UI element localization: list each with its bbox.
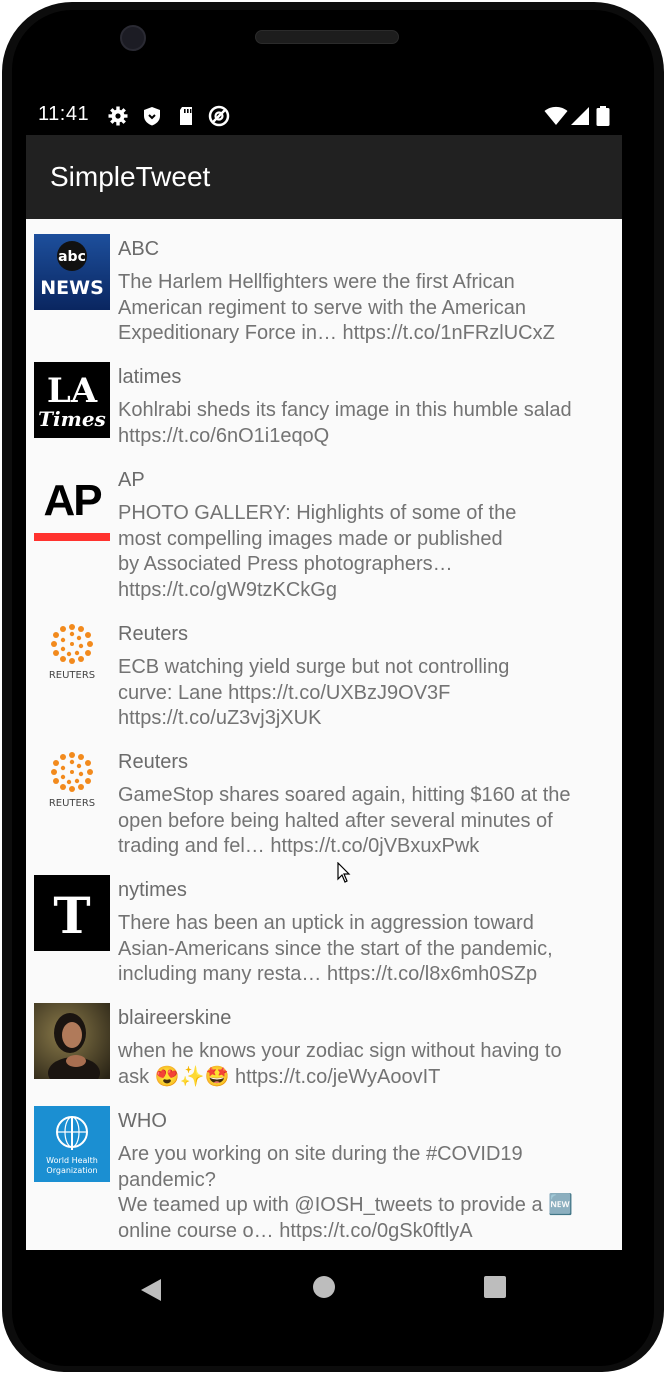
status-bar: 11:41 bbox=[26, 96, 622, 136]
battery-icon bbox=[596, 106, 610, 126]
tweet-item[interactable]: AP AP PHOTO GALLERY: Highlights of some … bbox=[26, 465, 622, 605]
user-photo bbox=[34, 1003, 110, 1079]
svg-text:Times: Times bbox=[38, 407, 106, 431]
tweet-item[interactable]: abc NEWS ABC The Harlem Hellfighters wer… bbox=[26, 234, 622, 349]
svg-text:NEWS: NEWS bbox=[40, 277, 104, 299]
cell-signal-icon bbox=[571, 107, 589, 125]
tweet-username: ABC bbox=[118, 238, 160, 260]
wifi-icon bbox=[544, 106, 568, 125]
tweet-body: The Harlem Hellfighters were the first A… bbox=[118, 271, 555, 344]
app-title: SimpleTweet bbox=[50, 161, 211, 192]
gear-icon bbox=[108, 106, 128, 126]
no-data-icon bbox=[208, 105, 230, 127]
tweet-item[interactable]: T nytimes There has been an uptick in ag… bbox=[26, 875, 622, 990]
avatar[interactable]: AP bbox=[34, 465, 110, 541]
tweet-body: Kohlrabi sheds its fancy image in this h… bbox=[118, 399, 572, 447]
tweet-username: WHO bbox=[118, 1110, 167, 1132]
shield-icon bbox=[144, 107, 160, 126]
tweet-username: Reuters bbox=[118, 623, 189, 645]
app-bar: SimpleTweet bbox=[26, 135, 622, 219]
nytimes-logo: T bbox=[34, 875, 110, 951]
tweet-item[interactable]: REUTERS Reuters ECB watching yield surge… bbox=[26, 619, 622, 734]
tweet-body: PHOTO GALLERY: Highlights of some of the… bbox=[118, 502, 517, 601]
svg-text:LA: LA bbox=[47, 371, 98, 411]
tweet-body: There has been an uptick in aggression t… bbox=[118, 912, 553, 985]
la-times-logo: LA Times bbox=[34, 362, 110, 438]
tweet-item[interactable]: LA Times latimes Kohlrabi sheds its fanc… bbox=[26, 362, 622, 457]
tweet-body: GameStop shares soared again, hitting $1… bbox=[118, 784, 571, 857]
avatar[interactable]: REUTERS bbox=[34, 619, 110, 695]
abc-news-logo: abc NEWS bbox=[34, 234, 110, 310]
tweet-username: latimes bbox=[118, 366, 182, 388]
recents-icon[interactable] bbox=[484, 1276, 506, 1298]
timeline-list[interactable]: abc NEWS ABC The Harlem Hellfighters wer… bbox=[26, 219, 622, 1250]
tweet-body: when he knows your zodiac sign without h… bbox=[118, 1040, 562, 1088]
svg-text:REUTERS: REUTERS bbox=[49, 798, 95, 809]
avatar[interactable] bbox=[34, 1003, 110, 1079]
tweet-item[interactable]: World Health Organization WHO Are you wo… bbox=[26, 1106, 622, 1250]
tweet-username: nytimes bbox=[118, 879, 187, 901]
navigation-bar bbox=[26, 1250, 622, 1330]
tweet-username: Reuters bbox=[118, 751, 189, 773]
tweet-body: ECB watching yield surge but not control… bbox=[118, 656, 510, 729]
avatar[interactable]: World Health Organization bbox=[34, 1106, 110, 1182]
avatar[interactable]: abc NEWS bbox=[34, 234, 110, 310]
avatar[interactable]: LA Times bbox=[34, 362, 110, 438]
device: 11:41 SimpleTweet abc NEWS ABC The Harle… bbox=[0, 0, 666, 1374]
tweet-item[interactable]: REUTERS Reuters GameStop shares soared a… bbox=[26, 747, 622, 862]
home-icon[interactable] bbox=[313, 1276, 335, 1298]
svg-text:REUTERS: REUTERS bbox=[49, 670, 95, 681]
reuters-logo: REUTERS bbox=[49, 624, 95, 681]
avatar[interactable]: T bbox=[34, 875, 110, 951]
svg-text:AP: AP bbox=[43, 476, 101, 525]
sd-card-icon bbox=[180, 107, 192, 125]
tweet-item[interactable]: blaireerskine when he knows your zodiac … bbox=[26, 1003, 622, 1098]
reuters-logo: REUTERS bbox=[49, 752, 95, 809]
front-camera bbox=[120, 25, 146, 51]
avatar[interactable]: REUTERS bbox=[34, 747, 110, 823]
who-logo: World Health Organization bbox=[34, 1106, 110, 1182]
back-icon[interactable] bbox=[139, 1278, 163, 1302]
svg-text:abc: abc bbox=[58, 249, 86, 265]
status-time: 11:41 bbox=[38, 103, 90, 125]
tweet-username: blaireerskine bbox=[118, 1007, 232, 1029]
svg-text:T: T bbox=[53, 886, 90, 945]
ap-logo: AP bbox=[34, 476, 110, 541]
mouse-cursor-icon bbox=[337, 862, 351, 883]
earpiece-speaker bbox=[255, 30, 399, 44]
svg-text:World Health: World Health bbox=[46, 1156, 98, 1165]
tweet-body: Are you working on site during the #COVI… bbox=[118, 1143, 574, 1242]
tweet-username: AP bbox=[118, 469, 145, 491]
svg-text:Organization: Organization bbox=[46, 1166, 97, 1175]
